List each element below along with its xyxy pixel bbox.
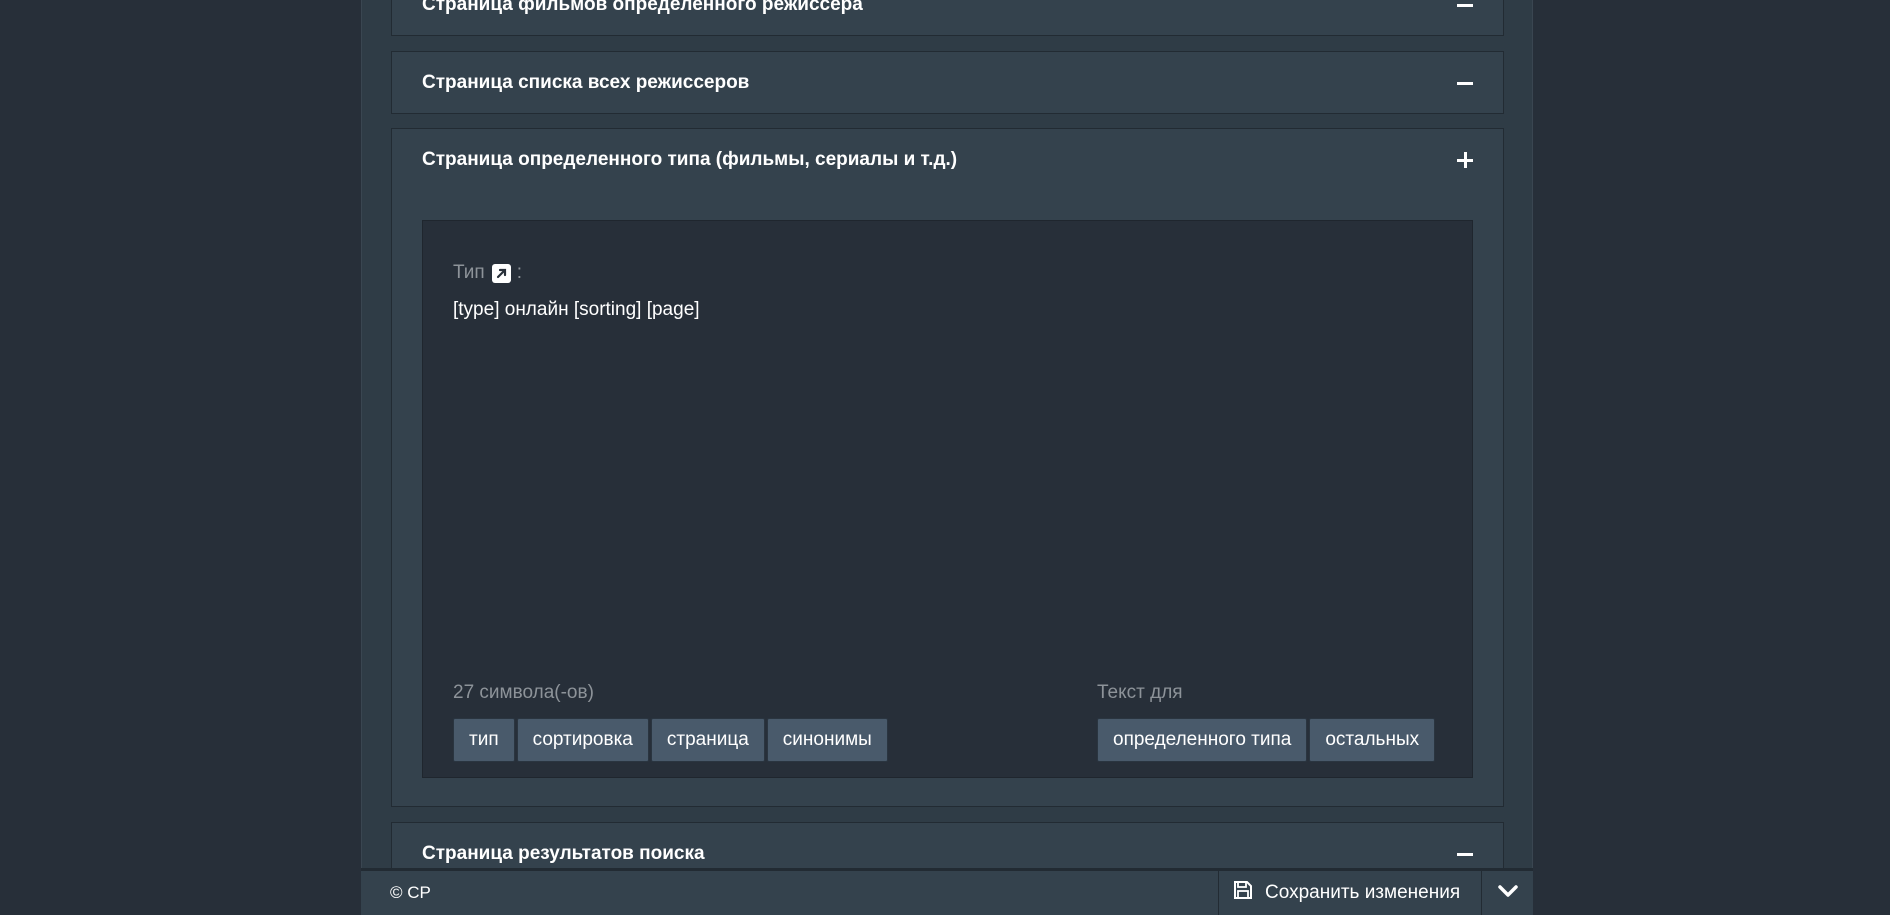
token-sorting-button[interactable]: сортировка <box>516 718 649 762</box>
token-buttons: тип сортировка страница синонимы <box>453 718 888 762</box>
floppy-disk-icon <box>1233 880 1253 906</box>
copyright: © CP <box>390 883 431 902</box>
panel-all-directors: Страница списка всех режиссеров <box>391 51 1504 114</box>
plus-icon[interactable] <box>1457 152 1473 168</box>
panel-type-page-header[interactable]: Страница определенного типа (фильмы, сер… <box>392 129 1503 191</box>
type-template-input[interactable]: [type] онлайн [sorting] [page] <box>453 298 1443 638</box>
content-column: Страница фильмов определенного режиссера… <box>361 0 1533 915</box>
chevron-down-icon <box>1497 884 1518 903</box>
panel-all-directors-header[interactable]: Страница списка всех режиссеров <box>392 52 1503 114</box>
minus-icon[interactable] <box>1457 75 1473 91</box>
text-for-label: Текст для <box>1097 682 1183 703</box>
external-link-icon[interactable] <box>491 263 511 283</box>
text-for-buttons: определенного типа остальных <box>1097 718 1436 762</box>
minus-icon[interactable] <box>1457 0 1473 13</box>
save-changes-label: Сохранить изменения <box>1265 882 1461 903</box>
type-label-suffix: : <box>516 262 522 283</box>
footer-bar: © CP Сохранить изменения <box>361 868 1533 915</box>
panel-director-movies: Страница фильмов определенного режиссера <box>391 0 1504 36</box>
type-field-label: Тип : <box>453 262 522 284</box>
panel-title: Страница фильмов определенного режиссера <box>422 0 863 15</box>
minus-icon[interactable] <box>1457 846 1473 862</box>
token-synonyms-button[interactable]: синонимы <box>766 718 888 762</box>
token-type-button[interactable]: тип <box>453 718 515 762</box>
text-for-others-button[interactable]: остальных <box>1309 718 1436 762</box>
panel-title: Страница результатов поиска <box>422 843 705 864</box>
more-options-button[interactable] <box>1482 871 1533 915</box>
panel-title: Страница списка всех режиссеров <box>422 72 750 93</box>
token-page-button[interactable]: страница <box>650 718 765 762</box>
char-counter: 27 символа(-ов) <box>453 682 594 703</box>
save-changes-button[interactable]: Сохранить изменения <box>1218 871 1482 915</box>
panel-title: Страница определенного типа (фильмы, сер… <box>422 149 958 170</box>
type-editor-box: Тип : [type] онлайн [sorting] [page] 27 … <box>422 220 1473 778</box>
panel-director-movies-header[interactable]: Страница фильмов определенного режиссера <box>392 0 1503 36</box>
panel-type-page: Страница определенного типа (фильмы, сер… <box>391 128 1504 807</box>
type-label-text: Тип <box>453 262 485 283</box>
text-for-specific-type-button[interactable]: определенного типа <box>1097 718 1308 762</box>
